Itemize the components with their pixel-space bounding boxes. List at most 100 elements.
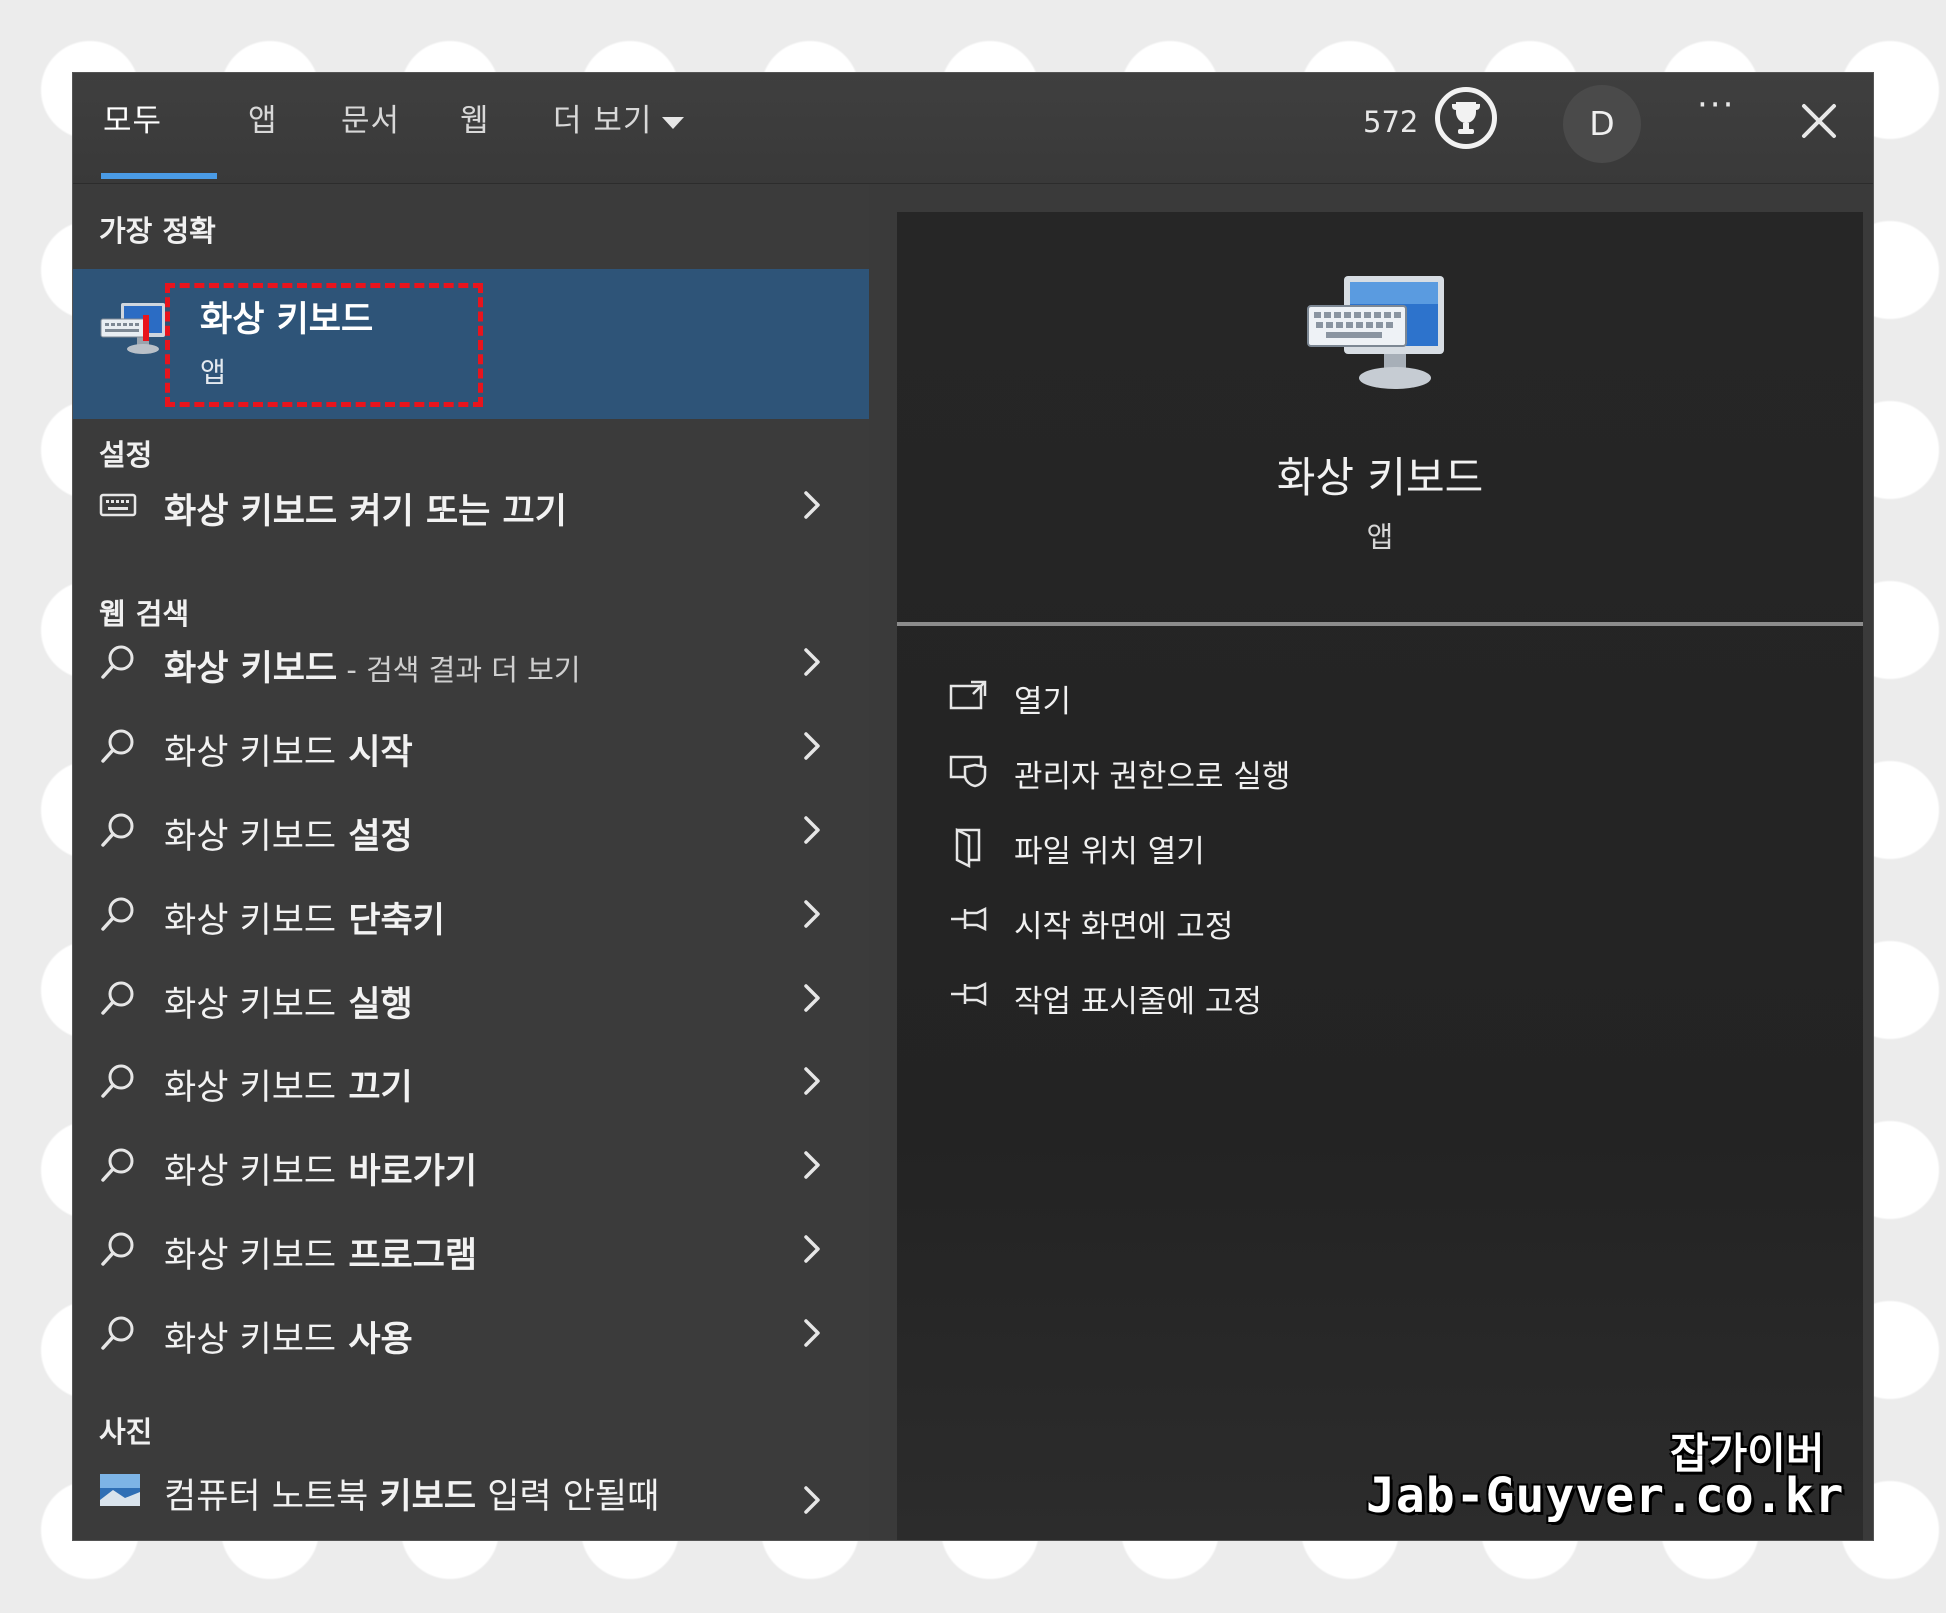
chevron-right-icon [800, 728, 824, 768]
user-avatar[interactable]: D [1563, 85, 1641, 163]
chevron-right-icon [800, 980, 824, 1020]
search-icon [99, 978, 139, 1022]
web-result-label: 화상 키보드 끄기 [164, 1059, 413, 1110]
best-match-item[interactable]: 화상 키보드 앱 [73, 269, 869, 419]
search-icon [99, 1145, 139, 1189]
web-result-item[interactable]: 화상 키보드 사용 [73, 1299, 869, 1367]
web-result-rest: 설정 [336, 817, 413, 857]
web-result-match: 화상 키보드 [164, 817, 337, 857]
web-result-rest: 끄기 [336, 1068, 413, 1108]
web-result-match: 화상 키보드 [164, 733, 337, 773]
chevron-right-icon [800, 1147, 824, 1187]
search-icon [99, 642, 139, 686]
chevron-right-icon [800, 1063, 824, 1103]
web-result-label: 화상 키보드 - 검색 결과 더 보기 [164, 640, 581, 691]
section-photos: 사진 [99, 1415, 153, 1449]
photo-result-part1: 컴퓨터 노트북 [164, 1477, 380, 1517]
web-result-match: 화상 키보드 [164, 901, 337, 941]
web-result-rest: 실행 [336, 985, 413, 1025]
action-open-file-location-label: 파일 위치 열기 [1014, 834, 1205, 870]
tab-documents[interactable]: 문서 [341, 95, 400, 140]
web-result-item[interactable]: 화상 키보드 실행 [73, 964, 869, 1032]
preview-app-subtitle: 앱 [1366, 520, 1394, 554]
pin-icon [949, 903, 991, 937]
tab-more[interactable]: 더 보기 [553, 95, 685, 140]
results-panel: 가장 정확 화상 키보드 앱 설정 화상 키보드 켜기 또는 끄기 웹 검색 화… [73, 184, 869, 1540]
search-icon [99, 810, 139, 854]
web-result-rest: 프로그램 [336, 1236, 478, 1276]
active-tab-indicator [101, 173, 217, 179]
web-result-label: 화상 키보드 단축키 [164, 892, 445, 943]
settings-item-rest: 켜기 또는 끄기 [337, 492, 567, 532]
photo-result-part3: 입력 안될때 [476, 1477, 660, 1517]
web-result-rest: 사용 [336, 1320, 413, 1360]
onscreen-keyboard-app-icon [99, 299, 169, 367]
web-result-label: 화상 키보드 사용 [164, 1311, 413, 1362]
web-result-item[interactable]: 화상 키보드 끄기 [73, 1047, 869, 1115]
windows-search-window: 모두 앱 문서 웹 더 보기 572 D ··· 가장 정확 화상 키보드 앱 … [73, 73, 1873, 1540]
web-result-label: 화상 키보드 실행 [164, 976, 413, 1027]
tab-all[interactable]: 모두 [103, 95, 162, 140]
preview-divider [897, 622, 1863, 626]
admin-shield-icon [949, 753, 989, 793]
web-result-match: 화상 키보드 [164, 985, 337, 1025]
file-location-icon [949, 827, 989, 872]
web-result-item[interactable]: 화상 키보드 단축키 [73, 880, 869, 948]
search-icon [99, 894, 139, 938]
settings-item-match: 화상 키보드 [164, 492, 338, 532]
web-result-match: 화상 키보드 [164, 1152, 337, 1192]
section-web-search: 웹 검색 [99, 597, 190, 631]
web-result-rest: 단축키 [336, 901, 445, 941]
web-result-label: 화상 키보드 설정 [164, 808, 413, 859]
chevron-right-icon [800, 1315, 824, 1355]
settings-item-label: 화상 키보드 켜기 또는 끄기 [164, 483, 567, 534]
tab-apps[interactable]: 앱 [248, 95, 278, 140]
settings-item-onscreen-keyboard-toggle[interactable]: 화상 키보드 켜기 또는 끄기 [73, 471, 869, 539]
photo-result-item[interactable]: 컴퓨터 노트북 키보드 입력 안될때 [73, 1456, 869, 1524]
search-icon [99, 1061, 139, 1105]
web-result-label: 화상 키보드 프로그램 [164, 1227, 477, 1278]
action-pin-to-start-label: 시작 화면에 고정 [1014, 909, 1234, 945]
web-result-label: 화상 키보드 시작 [164, 724, 413, 775]
photo-result-match: 키보드 [379, 1477, 477, 1517]
chevron-right-icon [800, 812, 824, 852]
web-result-match: 화상 키보드 [164, 1320, 337, 1360]
web-result-rest: - 검색 결과 더 보기 [337, 653, 581, 687]
web-result-match: 화상 키보드 [164, 1236, 337, 1276]
rewards-points: 572 [1363, 105, 1419, 139]
chevron-right-icon [800, 1231, 824, 1271]
chevron-right-icon [800, 1482, 824, 1522]
search-icon [99, 726, 139, 770]
web-result-match: 화상 키보드 [164, 649, 338, 689]
web-result-item[interactable]: 화상 키보드 - 검색 결과 더 보기 [73, 628, 869, 696]
web-result-item[interactable]: 화상 키보드 프로그램 [73, 1215, 869, 1283]
photo-result-label: 컴퓨터 노트북 키보드 입력 안될때 [164, 1468, 659, 1519]
action-run-as-admin-label: 관리자 권한으로 실행 [1014, 759, 1291, 795]
close-icon[interactable] [1799, 101, 1839, 141]
chevron-right-icon [800, 896, 824, 936]
web-result-match: 화상 키보드 [164, 1068, 337, 1108]
photo-thumbnail-icon [99, 1470, 141, 1514]
search-icon [99, 1313, 139, 1357]
more-options-button[interactable]: ··· [1697, 85, 1735, 125]
web-result-item[interactable]: 화상 키보드 바로가기 [73, 1131, 869, 1199]
preview-panel: 화상 키보드 앱 열기 관리자 권한으로 실행 파일 위치 열기 시작 화면에 … [897, 212, 1863, 1540]
web-result-item[interactable]: 화상 키보드 설정 [73, 796, 869, 864]
tab-more-label: 더 보기 [553, 103, 653, 139]
section-best-match: 가장 정확 [99, 214, 216, 248]
trophy-icon[interactable] [1435, 87, 1497, 149]
action-open-label: 열기 [1014, 684, 1072, 720]
open-icon [949, 678, 989, 716]
watermark-url: Jab-Guyver.co.kr [1366, 1468, 1845, 1524]
web-result-label: 화상 키보드 바로가기 [164, 1143, 477, 1194]
preview-app-title: 화상 키보드 [1276, 453, 1484, 502]
search-tabs-bar: 모두 앱 문서 웹 더 보기 572 D ··· [73, 73, 1873, 184]
web-result-rest: 바로가기 [336, 1152, 478, 1192]
annotation-highlight-box [165, 283, 483, 407]
search-icon [99, 1229, 139, 1273]
web-result-item[interactable]: 화상 키보드 시작 [73, 712, 869, 780]
tab-web[interactable]: 웹 [460, 95, 490, 140]
section-settings: 설정 [99, 438, 153, 472]
chevron-right-icon [800, 487, 824, 527]
chevron-down-icon [662, 116, 685, 129]
